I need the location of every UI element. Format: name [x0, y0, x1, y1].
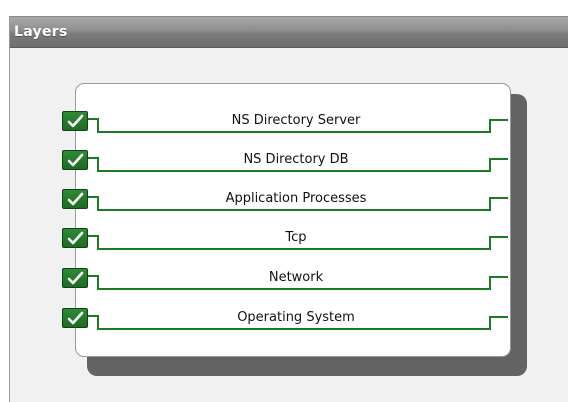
page: Layers NS Directory Server NS Directory D… — [0, 0, 568, 402]
checkmark-icon — [67, 271, 84, 285]
checkmark-icon — [67, 192, 84, 206]
layer-row[interactable]: Application Processes — [62, 189, 510, 215]
layer-checkbox[interactable] — [62, 308, 88, 328]
layer-label[interactable]: NS Directory DB — [102, 152, 490, 167]
layer-label[interactable]: Application Processes — [102, 191, 490, 206]
panel-header: Layers — [10, 17, 568, 48]
panel-title: Layers — [14, 24, 68, 40]
checkmark-icon — [67, 153, 84, 167]
layer-checkbox[interactable] — [62, 268, 88, 288]
layer-row[interactable]: NS Directory Server — [62, 111, 510, 137]
layer-row[interactable]: Network — [62, 268, 510, 294]
layer-checkbox[interactable] — [62, 111, 88, 131]
checkmark-icon — [67, 114, 84, 128]
layer-row[interactable]: Tcp — [62, 228, 510, 254]
layer-label[interactable]: Network — [102, 270, 490, 285]
checkmark-icon — [67, 311, 84, 325]
layer-label[interactable]: NS Directory Server — [102, 113, 490, 128]
layer-label[interactable]: Operating System — [102, 310, 490, 325]
layer-label[interactable]: Tcp — [102, 230, 490, 245]
layer-checkbox[interactable] — [62, 189, 88, 209]
layer-row[interactable]: NS Directory DB — [62, 150, 510, 176]
layer-checkbox[interactable] — [62, 228, 88, 248]
layer-checkbox[interactable] — [62, 150, 88, 170]
checkmark-icon — [67, 231, 84, 245]
layer-row[interactable]: Operating System — [62, 308, 510, 334]
